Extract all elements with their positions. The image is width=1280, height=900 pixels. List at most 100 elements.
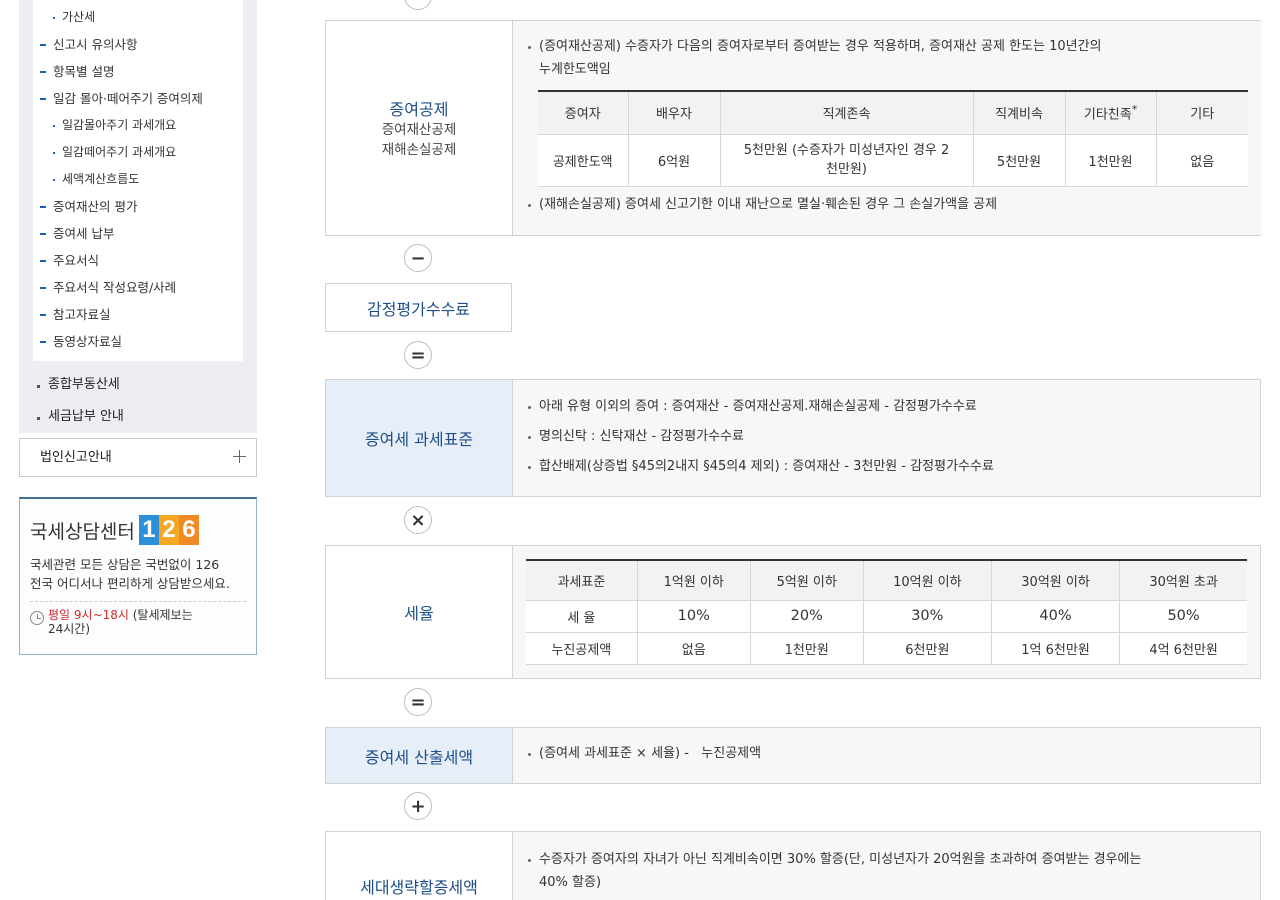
sidebar-subnav-panel: 가산세 신고시 유의사항 항목별 설명 일감 몰아·떼어주기 증여의제 일감몰아…	[19, 0, 257, 369]
deduction-other-value: 없음	[1156, 134, 1248, 187]
sidebar-item-comprehensive-real-estate-tax[interactable]: 종합부동산세	[19, 369, 257, 401]
sidebar-item-form-guides[interactable]: 주요서식 작성요령/사례	[33, 274, 243, 301]
deduction-th-other: 기타	[1156, 90, 1248, 135]
generation-skip-text-cont: 40% 할증)	[539, 875, 602, 890]
deduction-ascendant-line1: 5천만원 (수증자가 미성년자인 경우 2	[743, 143, 950, 158]
appraisal-fee-label: 감정평가수수료	[366, 299, 471, 319]
progressive-deduction-2: 1천만원	[750, 632, 864, 665]
sidebar-item-penalty-tax[interactable]: 가산세	[33, 4, 243, 31]
computed-tax-bullet: (증여세 과세표준 × 세율) - 누진공제액	[526, 742, 1247, 765]
generation-skip-title: 세대생략할증세액	[360, 878, 478, 897]
sidebar-item-corporate-filing-label: 법인신고안내	[40, 450, 112, 465]
rate-th-under-500m: 5억원 이하	[750, 559, 864, 601]
rate-value-1: 10%	[637, 600, 751, 633]
plus-icon[interactable]	[233, 450, 246, 463]
deduction-ascendant-value: 5천만원 (수증자가 미성년자인 경우 2 천만원)	[720, 134, 974, 187]
equals-operator-icon: =	[404, 341, 432, 369]
tax-base-title: 증여세 과세표준	[364, 430, 474, 449]
logo-digit-6: 6	[178, 515, 199, 545]
sidebar-item-tax-flowchart[interactable]: 세액계산흐름도	[33, 166, 243, 193]
sidebar-item-work-give-overview[interactable]: 일감몰아주기 과세개요	[33, 112, 243, 139]
deduction-spouse-value: 6억원	[628, 134, 721, 187]
tax-rate-table: 과세표준 1억원 이하 5억원 이하 10억원 이하 30억원 이하 30억원 …	[526, 559, 1247, 665]
sidebar-item-work-take-overview[interactable]: 일감떼어주기 과세개요	[33, 139, 243, 166]
sidebar-item-tax-payment-guide[interactable]: 세금납부 안내	[19, 401, 257, 433]
generation-skip-text: 수증자가 증여자의 자녀가 아닌 직계비속이면 30% 할증(단, 미성년자가 …	[539, 852, 1142, 867]
deduction-descendant-value: 5천만원	[973, 134, 1066, 187]
callcenter-hours: 평일 9시~18시 (탈세제보는 24시간)	[30, 608, 246, 636]
times-operator-icon: ×	[404, 506, 432, 534]
deduction-ascendant-line2: 천만원)	[826, 162, 867, 177]
equals-operator-icon-2: =	[404, 688, 432, 716]
progressive-deduction-5: 4억 6천만원	[1119, 632, 1247, 665]
sidebar-item-main-forms[interactable]: 주요서식	[33, 247, 243, 274]
sidebar: 가산세 신고시 유의사항 항목별 설명 일감 몰아·떼어주기 증여의제 일감몰아…	[19, 0, 257, 655]
callcenter-hours-note: (탈세제보는	[128, 608, 193, 622]
callcenter-title: 국세상담센터 1 2 6	[30, 515, 246, 545]
callcenter-description: 국세관련 모든 상담은 국번없이 126 전국 어디서나 편리하게 상담받으세요…	[30, 555, 246, 602]
row-tax-base: 증여세 과세표준 아래 유형 이외의 증여 : 증여재산 - 증여재산공제.재해…	[325, 379, 1261, 497]
sidebar-item-filing-notes[interactable]: 신고시 유의사항	[33, 31, 243, 58]
progressive-deduction-4: 1억 6천만원	[991, 632, 1121, 665]
callcenter-desc-line2: 전국 어디서나 편리하게 상담받으세요.	[30, 576, 230, 591]
tax-rate-title: 세율	[404, 604, 434, 623]
row-generation-skip-label: 세대생략할증세액	[326, 832, 513, 900]
row-generation-skip: 세대생략할증세액 수증자가 증여자의 자녀가 아닌 직계비속이면 30% 할증(…	[325, 831, 1261, 900]
operator-circle-top	[404, 0, 432, 10]
deduction-row-label: 공제한도액	[538, 134, 629, 187]
rate-th-under-1b: 10억원 이하	[863, 559, 992, 601]
rate-th-base: 과세표준	[526, 559, 638, 601]
generation-skip-bullet: 수증자가 증여자의 자녀가 아닌 직계비속이면 30% 할증(단, 미성년자가 …	[526, 848, 1247, 894]
callcenter-desc-line1: 국세관련 모든 상담은 국번없이 126	[30, 557, 220, 572]
row-gift-deduction: 증여공제 증여재산공제 재해손실공제 (증여재산공제) 수증자가 다음의 증여자…	[325, 20, 1261, 236]
callcenter-title-text: 국세상담센터	[30, 520, 135, 543]
computed-tax-content: (증여세 과세표준 × 세율) - 누진공제액	[513, 728, 1260, 783]
deduction-th-ascendant: 직계존속	[720, 90, 974, 135]
sidebar-item-gift-tax-payment[interactable]: 증여세 납부	[33, 220, 243, 247]
tax-base-content: 아래 유형 이외의 증여 : 증여재산 - 증여재산공제.재해손실공제 - 감정…	[513, 380, 1260, 496]
clock-icon	[30, 611, 44, 625]
progressive-deduction-1: 없음	[637, 632, 751, 665]
deduction-th-other-relatives: 기타친족*	[1065, 90, 1157, 135]
logo-digit-1: 1	[138, 515, 159, 545]
tax-base-bullet-2: 명의신탁 : 신탁재산 - 감정평가수수료	[526, 425, 1247, 448]
sidebar-item-asset-valuation[interactable]: 증여재산의 평가	[33, 193, 243, 220]
callcenter-hours-weekday: 평일 9시~18시	[48, 608, 129, 622]
deduction-bullet-1-cont: 누계한도액임	[539, 62, 611, 77]
tax-base-bullet-1: 아래 유형 이외의 증여 : 증여재산 - 증여재산공제.재해손실공제 - 감정…	[526, 395, 1247, 418]
sidebar-item-item-descriptions[interactable]: 항목별 설명	[33, 58, 243, 85]
rate-value-5: 50%	[1119, 600, 1247, 633]
progressive-deduction-3: 6천만원	[863, 632, 992, 665]
rate-th-under-100m: 1억원 이하	[637, 559, 751, 601]
deduction-bullet-2: (재해손실공제) 증여세 신고기한 이내 재난으로 멸실·훼손된 경우 그 손실…	[526, 193, 1248, 216]
deduction-other-relatives-value: 1천만원	[1065, 134, 1157, 187]
logo-digit-2: 2	[158, 515, 179, 545]
row-tax-base-label: 증여세 과세표준	[326, 380, 513, 496]
row-tax-rate: 세율 과세표준 1억원 이하 5억원 이하 10억원 이하 30억원 이하 30…	[325, 545, 1261, 679]
rate-value-4: 40%	[991, 600, 1121, 633]
sidebar-item-video-room[interactable]: 동영상자료실	[33, 328, 243, 355]
deduction-th-spouse: 배우자	[628, 90, 721, 135]
sidebar-item-corporate-filing[interactable]: 법인신고안내	[19, 438, 257, 477]
deduction-th-star: *	[1131, 103, 1138, 117]
plus-operator-icon: +	[404, 792, 432, 820]
callcenter-box: 국세상담센터 1 2 6 국세관련 모든 상담은 국번없이 126 전국 어디서…	[19, 497, 257, 655]
deduction-th-other-relatives-text: 기타친족	[1083, 107, 1132, 123]
deduction-bullet-1-text: (증여재산공제) 수증자가 다음의 증여자로부터 증여받는 경우 적용하며, 증…	[539, 39, 1102, 54]
generation-skip-content: 수증자가 증여자의 자녀가 아닌 직계비속이면 30% 할증(단, 미성년자가 …	[513, 832, 1260, 900]
progressive-deduction-label: 누진공제액	[526, 632, 638, 665]
row-tax-rate-label: 세율	[326, 546, 513, 678]
deduction-sub1: 증여재산공제	[381, 122, 457, 138]
computed-tax-title: 증여세 산출세액	[364, 747, 474, 767]
deduction-th-descendant: 직계비속	[973, 90, 1066, 135]
sidebar-subnav-list: 가산세 신고시 유의사항 항목별 설명 일감 몰아·떼어주기 증여의제 일감몰아…	[33, 0, 243, 361]
row-computed-tax-label: 증여세 산출세액	[326, 728, 513, 783]
minus-operator-icon: −	[404, 244, 432, 272]
deduction-th-giver: 증여자	[538, 90, 629, 135]
tax-rate-content: 과세표준 1억원 이하 5억원 이하 10억원 이하 30억원 이하 30억원 …	[513, 546, 1260, 678]
sidebar-item-work-allocation-gift[interactable]: 일감 몰아·떼어주기 증여의제	[33, 85, 243, 112]
sidebar-item-reference-room[interactable]: 참고자료실	[33, 301, 243, 328]
deduction-content: (증여재산공제) 수증자가 다음의 증여자로부터 증여받는 경우 적용하며, 증…	[513, 21, 1261, 235]
rate-th-over-3b: 30억원 초과	[1119, 559, 1247, 601]
callcenter-126-logo: 1 2 6	[138, 515, 199, 545]
